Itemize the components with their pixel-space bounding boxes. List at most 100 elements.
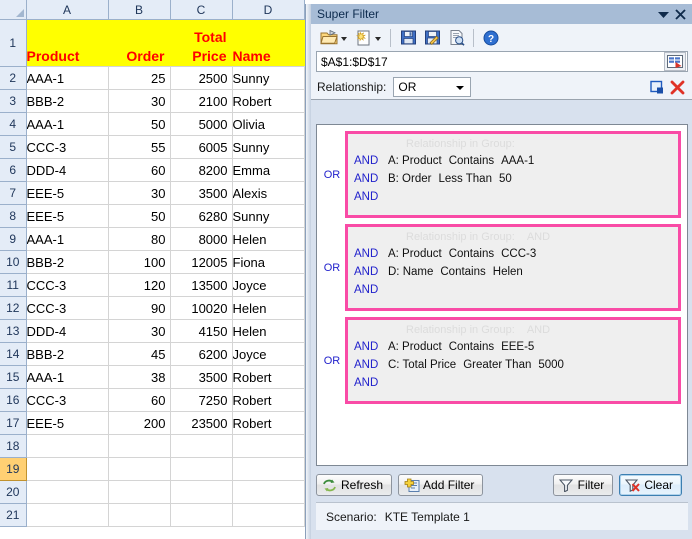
condition-value[interactable]: 5000 bbox=[538, 359, 564, 371]
cell-product[interactable]: AAA-1 bbox=[26, 227, 109, 251]
cell-name[interactable]: Olivia bbox=[232, 112, 305, 136]
row-header-6[interactable]: 6 bbox=[0, 158, 27, 182]
cell-product[interactable] bbox=[26, 457, 109, 481]
cell-order[interactable]: 200 bbox=[108, 411, 171, 435]
relationship-select[interactable]: OR bbox=[393, 77, 472, 97]
cell-product[interactable]: AAA-1 bbox=[26, 365, 109, 389]
cell-product[interactable]: EEE-5 bbox=[26, 181, 109, 205]
condition-column[interactable]: C: Total Price bbox=[388, 359, 456, 371]
cell-product[interactable]: DDD-4 bbox=[26, 319, 109, 343]
cell-order[interactable] bbox=[108, 480, 171, 504]
cell-order[interactable]: 50 bbox=[108, 112, 171, 136]
cell-product[interactable]: BBB-2 bbox=[26, 89, 109, 113]
cell-name[interactable] bbox=[232, 434, 305, 458]
cell-name[interactable]: Sunny bbox=[232, 204, 305, 228]
filter-condition-row[interactable]: AND bbox=[348, 188, 678, 206]
row-header-9[interactable]: 9 bbox=[0, 227, 27, 251]
cell-price[interactable]: 5000 bbox=[170, 112, 233, 136]
clear-button[interactable]: Clear bbox=[619, 474, 682, 496]
cell-order[interactable]: 30 bbox=[108, 181, 171, 205]
cell-price[interactable]: 8000 bbox=[170, 227, 233, 251]
chevron-down-icon[interactable] bbox=[375, 37, 381, 41]
cell-order[interactable]: 38 bbox=[108, 365, 171, 389]
condition-operator[interactable]: AND bbox=[354, 266, 388, 278]
spreadsheet-grid[interactable]: A B C D 1 Product Order Total Price Name… bbox=[0, 0, 305, 539]
condition-operator[interactable]: AND bbox=[354, 191, 388, 203]
condition-column[interactable]: A: Product bbox=[388, 155, 442, 167]
condition-value[interactable]: CCC-3 bbox=[501, 248, 536, 260]
row-header-16[interactable]: 16 bbox=[0, 388, 27, 412]
row-header-19[interactable]: 19 bbox=[0, 457, 27, 481]
cell-price[interactable]: 12005 bbox=[170, 250, 233, 274]
column-header-c[interactable]: C bbox=[170, 0, 233, 20]
condition-operator[interactable]: AND bbox=[354, 155, 388, 167]
cell-name[interactable]: Sunny bbox=[232, 135, 305, 159]
cell-product[interactable]: AAA-1 bbox=[26, 66, 109, 90]
column-header-d[interactable]: D bbox=[232, 0, 305, 20]
cell-name[interactable]: Helen bbox=[232, 296, 305, 320]
cell-name[interactable] bbox=[232, 480, 305, 504]
condition-operator[interactable]: AND bbox=[354, 284, 388, 296]
cell-name[interactable] bbox=[232, 503, 305, 527]
row-header-4[interactable]: 4 bbox=[0, 112, 27, 136]
row-header-10[interactable]: 10 bbox=[0, 250, 27, 274]
condition-criteria[interactable]: Contains bbox=[440, 266, 485, 278]
table-row[interactable]: 12 CCC-3 90 10020 Helen bbox=[0, 296, 305, 320]
cell-price[interactable] bbox=[170, 457, 233, 481]
condition-column[interactable]: A: Product bbox=[388, 341, 442, 353]
condition-operator[interactable]: AND bbox=[354, 341, 388, 353]
cell-price[interactable]: 23500 bbox=[170, 411, 233, 435]
header-cell-product[interactable]: Product bbox=[26, 19, 109, 67]
condition-operator[interactable]: AND bbox=[354, 248, 388, 260]
condition-column[interactable]: D: Name bbox=[388, 266, 433, 278]
condition-column[interactable]: A: Product bbox=[388, 248, 442, 260]
cell-price[interactable]: 7250 bbox=[170, 388, 233, 412]
table-row[interactable]: 15 AAA-1 38 3500 Robert bbox=[0, 365, 305, 389]
filter-condition-row[interactable]: AND C: Total Price Greater Than 5000 bbox=[348, 356, 678, 374]
condition-value[interactable]: AAA-1 bbox=[501, 155, 534, 167]
close-icon[interactable] bbox=[672, 6, 689, 22]
refresh-button[interactable]: Refresh bbox=[316, 474, 393, 496]
cell-product[interactable]: EEE-5 bbox=[26, 411, 109, 435]
cell-price[interactable]: 10020 bbox=[170, 296, 233, 320]
cell-price[interactable]: 3500 bbox=[170, 365, 233, 389]
add-group-icon[interactable] bbox=[647, 77, 667, 97]
table-row[interactable]: 13 DDD-4 30 4150 Helen bbox=[0, 319, 305, 343]
condition-criteria[interactable]: Contains bbox=[449, 155, 494, 167]
filter-condition-row[interactable]: AND bbox=[348, 374, 678, 392]
group-outer-operator[interactable]: OR bbox=[319, 262, 345, 274]
table-row[interactable]: 10 BBB-2 100 12005 Fiona bbox=[0, 250, 305, 274]
cell-order[interactable]: 120 bbox=[108, 273, 171, 297]
cell-price[interactable]: 8200 bbox=[170, 158, 233, 182]
cell-price[interactable]: 6005 bbox=[170, 135, 233, 159]
cell-product[interactable]: BBB-2 bbox=[26, 342, 109, 366]
new-scenario-button[interactable] bbox=[351, 26, 385, 50]
row-header-15[interactable]: 15 bbox=[0, 365, 27, 389]
row-header-13[interactable]: 13 bbox=[0, 319, 27, 343]
cell-order[interactable]: 100 bbox=[108, 250, 171, 274]
filter-groups-area[interactable]: OR Relationship in Group: AND A: Product Con… bbox=[316, 124, 688, 466]
group-relationship-value[interactable]: AND bbox=[527, 324, 550, 336]
cell-order[interactable]: 55 bbox=[108, 135, 171, 159]
row-header-1[interactable]: 1 bbox=[0, 19, 27, 67]
filter-condition-row[interactable]: AND A: Product Contains CCC-3 bbox=[348, 245, 678, 263]
filter-button[interactable]: Filter bbox=[552, 474, 614, 496]
condition-criteria[interactable]: Greater Than bbox=[463, 359, 531, 371]
cell-name[interactable] bbox=[232, 457, 305, 481]
table-row[interactable]: 9 AAA-1 80 8000 Helen bbox=[0, 227, 305, 251]
chevron-down-icon[interactable] bbox=[341, 37, 347, 41]
cell-order[interactable]: 90 bbox=[108, 296, 171, 320]
filter-condition-row[interactable]: AND A: Product Contains EEE-5 bbox=[348, 338, 678, 356]
condition-column[interactable]: B: Order bbox=[388, 173, 431, 185]
filter-group-box[interactable]: Relationship in Group: AND A: Product Conta… bbox=[345, 131, 681, 218]
cell-price[interactable] bbox=[170, 434, 233, 458]
row-header-3[interactable]: 3 bbox=[0, 89, 27, 113]
add-filter-button[interactable]: Add Filter bbox=[398, 474, 484, 496]
save-scenario-button[interactable] bbox=[396, 26, 420, 50]
cell-order[interactable]: 60 bbox=[108, 158, 171, 182]
group-outer-operator[interactable]: OR bbox=[319, 169, 345, 181]
header-cell-order[interactable]: Order bbox=[108, 19, 171, 67]
cell-order[interactable]: 60 bbox=[108, 388, 171, 412]
cell-product[interactable]: CCC-3 bbox=[26, 388, 109, 412]
save-as-scenario-button[interactable] bbox=[420, 26, 444, 50]
